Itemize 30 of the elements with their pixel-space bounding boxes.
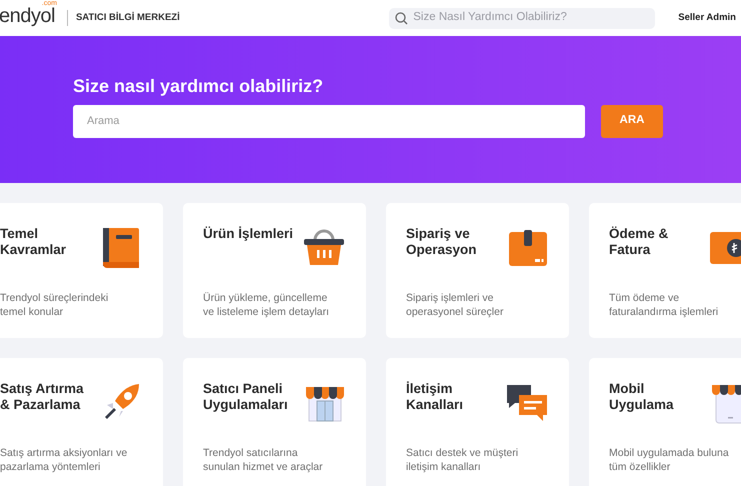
category-description: Ürün yükleme, güncelleme ve listeleme işlem detayları	[203, 292, 330, 319]
category-title: İletişim Kanalları	[406, 381, 464, 413]
category-description: Mobil uygulamada buluna tüm özellikler	[609, 447, 730, 474]
category-card[interactable]: Mobil Uygulama Mobil uygulamada buluna tüm özellikler	[589, 358, 741, 486]
category-description: Satış artırma aksiyonları ve pazarlama yöntemleri	[0, 447, 128, 474]
category-description: Tüm ödeme ve faturalandırma işlemleri	[609, 292, 720, 319]
category-card[interactable]: Sipariş ve Operasyon Sipariş işlemleri ve operasyonel süreçler	[386, 203, 569, 338]
category-title: Ödeme & Fatura	[609, 226, 668, 258]
category-card[interactable]: Ürün İşlemleri Ürün yükleme, güncelleme ve listeleme işlem detayları	[183, 203, 366, 338]
user-name[interactable]: Seller Admin	[678, 10, 736, 26]
category-description: Satıcı destek ve müşteri iletişim kanalları	[406, 447, 520, 474]
category-card[interactable]: İletişim Kanalları Satıcı destek ve müşteri iletişim kanalları	[386, 358, 569, 486]
search-input[interactable]: Arama	[73, 104, 585, 138]
category-description: Trendyol satıcılarına sunulan hizmet ve araçlar	[203, 447, 324, 474]
category-card[interactable]: Satış Artırma & Pazarlama Satış artırma aksiyonları ve pazarlama yöntemleri	[0, 358, 163, 486]
category-title: Satıcı Paneli Uygulamaları	[203, 381, 288, 413]
category-title: Sipariş ve Operasyon	[406, 226, 477, 258]
category-title: Satış Artırma & Pazarlama	[0, 381, 84, 413]
category-card[interactable]: Temel Kavramlar Trendyol süreçlerindeki temel konular	[0, 203, 163, 338]
category-title: Mobil Uygulama	[609, 381, 674, 413]
category-card[interactable]: Satıcı Paneli Uygulamaları Trendyol satıcılarına sunulan hizmet ve araçlar	[183, 358, 366, 486]
logo[interactable]: endyol	[0, 5, 55, 27]
category-card[interactable]: Ödeme & Fatura Tüm ödeme ve faturalandırma işlemleri	[589, 203, 741, 338]
search-icon	[395, 12, 408, 24]
category-description: Sipariş işlemleri ve operasyonel süreçler	[406, 292, 504, 319]
category-title: Temel Kavramlar	[0, 226, 66, 258]
category-title: Ürün İşlemleri	[203, 226, 294, 242]
hero-title: Size nasıl yardımcı olabiliriz?	[73, 76, 324, 98]
category-description: Trendyol süreçlerindeki temel konular	[0, 292, 110, 319]
site-section-title: SATICI BİLGİ MERKEZİ	[76, 10, 180, 25]
